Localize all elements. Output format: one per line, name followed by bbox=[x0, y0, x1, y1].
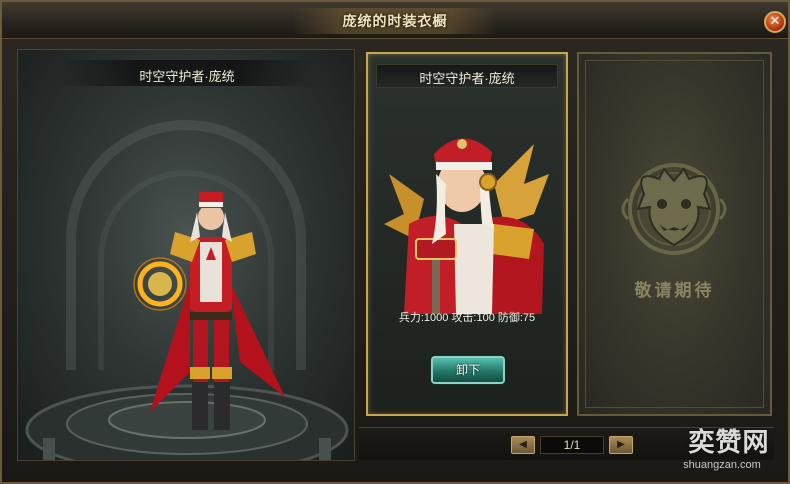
page-indicator: 1/1 bbox=[540, 436, 604, 454]
title-bar: 庞统的时装衣橱 ✕ bbox=[2, 2, 788, 39]
unequip-button[interactable]: 卸下 bbox=[431, 356, 505, 384]
window-title: 庞统的时装衣橱 bbox=[342, 13, 448, 29]
locked-costume-slot: 敬请期待 bbox=[577, 52, 772, 416]
costume-card[interactable]: 时空守护者·庞统 兵力:1000 攻击:100 防御:75 卸下 bbox=[366, 52, 568, 416]
wardrobe-window: 庞统的时装衣橱 ✕ 时空守护者·庞统 时空守护者·庞统 兵力:1000 攻击:1… bbox=[0, 0, 790, 484]
preview-character-name: 时空守护者·庞统 bbox=[139, 69, 235, 84]
character-preview-panel: 时空守护者·庞统 bbox=[17, 49, 355, 461]
close-icon[interactable]: ✕ bbox=[764, 11, 786, 33]
coming-soon-label: 敬请期待 bbox=[634, 281, 715, 300]
arrow-left-icon[interactable]: ◀ bbox=[511, 436, 535, 454]
arrow-right-icon[interactable]: ▶ bbox=[609, 436, 633, 454]
costume-name: 时空守护者·庞统 bbox=[419, 71, 515, 86]
hero-figure bbox=[133, 192, 285, 430]
costume-stats: 兵力:1000 攻击:100 防御:75 bbox=[398, 312, 536, 324]
watermark-url: shuangzan.com bbox=[683, 459, 761, 471]
watermark-logo: 奕赞网 bbox=[688, 428, 770, 458]
costume-portrait bbox=[384, 138, 549, 314]
dragon-emblem-icon bbox=[621, 163, 727, 255]
